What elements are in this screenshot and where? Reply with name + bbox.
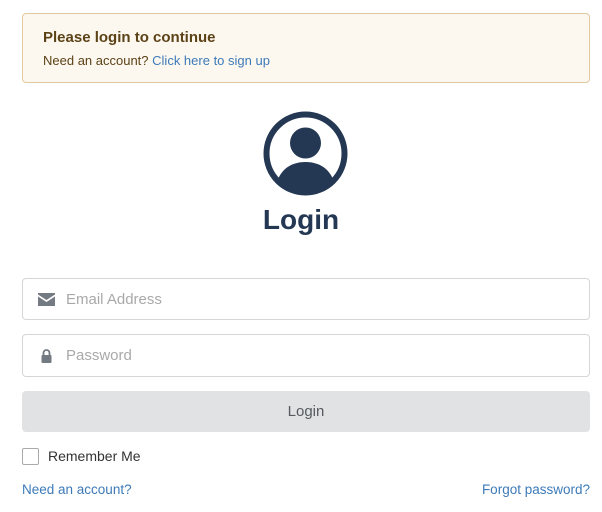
remember-me-label: Remember Me (48, 448, 141, 464)
envelope-icon (37, 279, 55, 319)
remember-me-checkbox[interactable] (22, 447, 39, 465)
alert-text: Need an account? (43, 53, 149, 68)
login-page: Please login to continue Need an account… (0, 0, 602, 512)
email-input[interactable] (66, 279, 581, 319)
login-required-alert: Please login to continue Need an account… (22, 13, 590, 83)
forgot-password-link[interactable]: Forgot password? (482, 481, 590, 499)
alert-body: Need an account? Click here to sign up (43, 52, 569, 70)
password-field[interactable] (22, 334, 590, 377)
user-circle-icon (263, 111, 348, 196)
signup-link[interactable]: Click here to sign up (152, 53, 270, 68)
login-button[interactable]: Login (22, 391, 590, 432)
email-field[interactable] (22, 278, 590, 320)
need-account-link[interactable]: Need an account? (22, 481, 132, 499)
page-title: Login (262, 204, 340, 235)
alert-title: Please login to continue (43, 29, 216, 46)
lock-icon (37, 335, 55, 376)
password-input[interactable] (66, 335, 581, 376)
remember-me[interactable]: Remember Me (22, 446, 141, 466)
